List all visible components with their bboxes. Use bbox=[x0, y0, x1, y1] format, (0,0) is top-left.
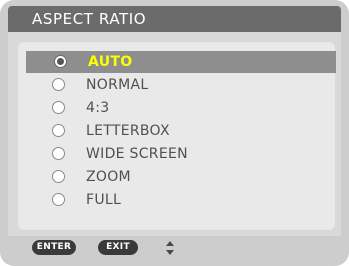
radio-unselected-icon bbox=[52, 170, 65, 183]
option-4-3[interactable]: 4:3 bbox=[24, 97, 341, 119]
radio-unselected-icon bbox=[52, 78, 65, 91]
menu-footer: ENTER EXIT bbox=[8, 236, 341, 258]
option-full[interactable]: FULL bbox=[24, 189, 341, 211]
option-zoom[interactable]: ZOOM bbox=[24, 166, 341, 188]
option-letterbox[interactable]: LETTERBOX bbox=[24, 120, 341, 142]
radio-unselected-icon bbox=[52, 124, 65, 137]
enter-key-hint: ENTER bbox=[32, 240, 76, 255]
option-wide-screen[interactable]: WIDE SCREEN bbox=[24, 143, 341, 165]
option-label: AUTO bbox=[88, 54, 133, 70]
option-label: LETTERBOX bbox=[86, 123, 170, 139]
menu-header: ASPECT RATIO bbox=[8, 6, 341, 32]
radio-unselected-icon bbox=[52, 101, 65, 114]
menu-body: AUTO NORMAL 4:3 LETTERBOX WIDE SCREEN ZO bbox=[8, 32, 341, 236]
option-normal[interactable]: NORMAL bbox=[24, 74, 341, 96]
radio-unselected-icon bbox=[52, 193, 65, 206]
option-auto[interactable]: AUTO bbox=[26, 51, 336, 73]
option-label: FULL bbox=[86, 192, 122, 208]
option-label: WIDE SCREEN bbox=[86, 146, 188, 162]
menu-title: ASPECT RATIO bbox=[32, 10, 147, 28]
option-label: ZOOM bbox=[86, 169, 131, 185]
up-down-arrow-icon bbox=[166, 241, 174, 255]
radio-unselected-icon bbox=[52, 147, 65, 160]
aspect-ratio-menu: ASPECT RATIO AUTO NORMAL 4:3 LETTERBOX W… bbox=[0, 0, 349, 266]
exit-key-hint: EXIT bbox=[98, 240, 138, 255]
option-label: 4:3 bbox=[86, 100, 110, 116]
options-panel: AUTO NORMAL 4:3 LETTERBOX WIDE SCREEN ZO bbox=[18, 42, 336, 230]
radio-selected-icon bbox=[54, 55, 67, 68]
option-label: NORMAL bbox=[86, 77, 149, 93]
